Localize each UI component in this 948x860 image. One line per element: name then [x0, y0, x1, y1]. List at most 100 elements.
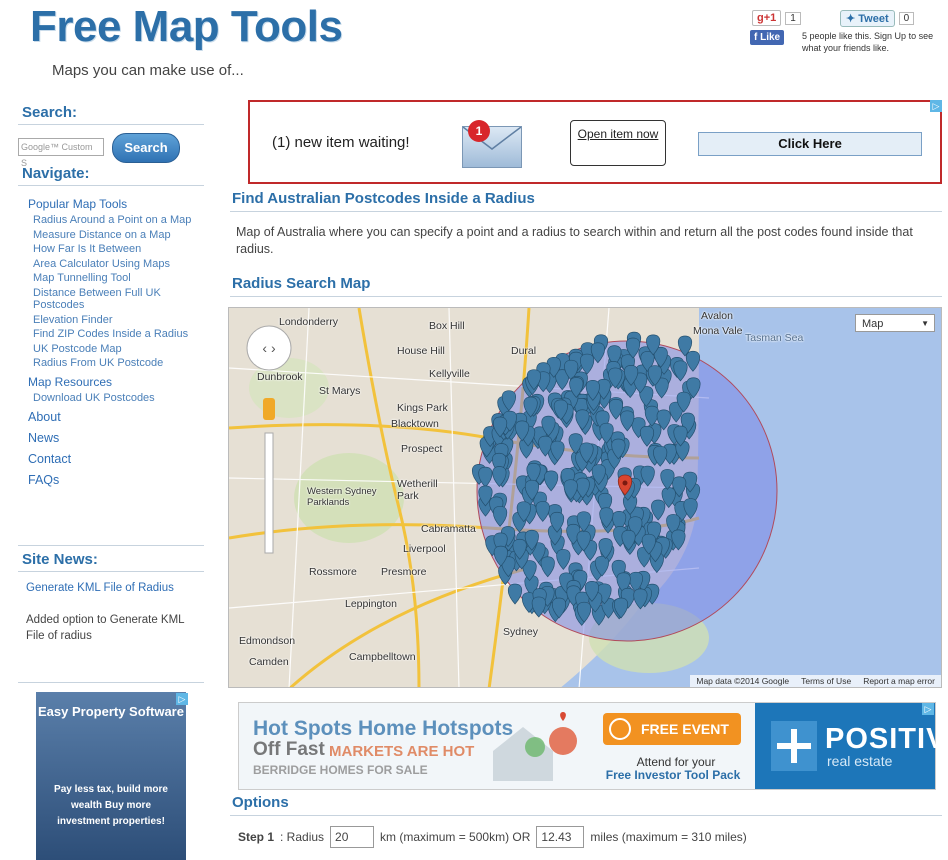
map-heading: Radius Search Map: [232, 275, 371, 292]
divider: [18, 545, 204, 546]
brand-subtitle: real estate: [827, 753, 893, 769]
map-label: Rossmore: [309, 566, 357, 578]
adchoices-icon[interactable]: ▷: [922, 703, 934, 715]
road: [448, 308, 460, 687]
map-label: Western Sydney Parklands: [307, 486, 377, 508]
map-type-select[interactable]: Map ▼: [855, 314, 935, 332]
nav-item-uk-postcode-distance[interactable]: Distance Between Full UK Postcodes: [28, 287, 204, 312]
twitter-bird-icon: ✦: [846, 13, 859, 25]
attend-text: Attend for your: [636, 755, 716, 769]
map-label: Londonderry: [279, 316, 338, 328]
divider: [18, 185, 204, 186]
gplus-widget[interactable]: g+1 1: [752, 10, 801, 26]
bottom-ad[interactable]: Hot Spots Home Hotspots Off Fast MARKETS…: [238, 702, 948, 790]
site-news-heading: Site News:: [22, 551, 98, 568]
nav-item-map-tunnelling[interactable]: Map Tunnelling Tool: [28, 272, 204, 285]
adchoices-icon[interactable]: ▷: [176, 693, 188, 705]
bottom-ad-hot: MARKETS ARE HOT: [329, 743, 475, 760]
facebook-like-button[interactable]: f Like: [750, 30, 785, 45]
map-label: Wetherill Park: [397, 478, 438, 502]
map-data-credit: Map data ©2014 Google: [696, 676, 790, 686]
bottom-ad-headline: Hot Spots Home Hotspots: [253, 717, 514, 740]
plus-logo-icon: [771, 721, 817, 771]
search-input[interactable]: Google™ Custom S: [18, 138, 104, 168]
map-type-label: Map: [862, 318, 884, 330]
report-map-error-link[interactable]: Report a map error: [863, 676, 935, 686]
nav-item-how-far[interactable]: How Far Is It Between: [28, 243, 204, 256]
site-title[interactable]: Free Map Tools: [30, 2, 343, 52]
bottom-ad-brand-line: BERRIDGE HOMES FOR SALE: [253, 763, 428, 777]
open-item-bubble[interactable]: Open item now: [570, 120, 666, 166]
map-label: Liverpool: [403, 543, 446, 555]
facebook-social-text: 5 people like this. Sign Up to see what …: [802, 31, 934, 53]
map-label: Dunbrook: [257, 371, 303, 383]
nav-item-elevation-finder[interactable]: Elevation Finder: [28, 314, 204, 327]
radius-search-map[interactable]: ‹ › Londonderry Avalon Box Hill House Hi…: [228, 307, 942, 688]
page-description: Map of Australia where you can specify a…: [236, 225, 913, 256]
divider: [230, 815, 942, 816]
nav-item-radius-uk-postcode[interactable]: Radius From UK Postcode: [28, 357, 204, 370]
nav-item-download-uk-postcodes[interactable]: Download UK Postcodes: [28, 392, 204, 405]
step1-row: Step 1 : Radius 20 km (maximum = 500km) …: [238, 826, 747, 848]
search-button[interactable]: Search: [112, 133, 180, 163]
chevron-down-icon: ▼: [921, 319, 929, 328]
nav-item-about[interactable]: About: [28, 410, 204, 424]
step-label: Step 1: [238, 830, 275, 844]
navigate-heading: Navigate:: [22, 165, 90, 182]
nav-resources-heading[interactable]: Map Resources: [28, 375, 204, 389]
map-label: Camden: [249, 656, 289, 668]
nav-item-zip-codes-radius[interactable]: Find ZIP Codes Inside a Radius: [28, 328, 204, 341]
nav-item-area-calculator[interactable]: Area Calculator Using Maps: [28, 258, 204, 271]
nav-item-uk-postcode-map[interactable]: UK Postcode Map: [28, 343, 204, 356]
radius-label: : Radius: [280, 830, 325, 844]
map-label: Dural: [511, 345, 537, 357]
divider: [18, 124, 204, 125]
map-label: Kings Park: [397, 402, 448, 414]
bottom-ad-subline: Off Fast: [253, 739, 325, 760]
nav-item-radius-around-point[interactable]: Radius Around a Point on a Map: [28, 214, 204, 227]
notification-badge: 1: [468, 120, 490, 142]
map-label: Tasman Sea: [745, 332, 804, 344]
map-label: Sydney: [503, 626, 539, 638]
radius-miles-input[interactable]: 12.43: [536, 826, 585, 848]
postcode-marker: [507, 583, 523, 605]
sidebar-ad-body: Pay less tax, build more wealth Buy more…: [54, 784, 168, 827]
site-tagline: Maps you can make use of...: [52, 62, 244, 79]
tweet-widget[interactable]: ✦ Tweet 0: [840, 10, 915, 27]
map-label: Edmondson: [239, 635, 296, 647]
sidebar-ad[interactable]: Easy Property Software Pay less tax, bui…: [36, 692, 186, 860]
divider: [230, 296, 942, 297]
map-label: Cabramatta: [421, 523, 476, 535]
click-here-button[interactable]: Click Here: [698, 132, 922, 156]
center-marker-dot: [622, 480, 628, 486]
brand-name: POSITIVE: [825, 723, 948, 755]
map-attribution: Map data ©2014 Google Terms of Use Repor…: [690, 675, 941, 687]
nav-item-measure-distance[interactable]: Measure Distance on a Map: [28, 229, 204, 242]
tweet-button[interactable]: ✦ Tweet: [840, 10, 895, 27]
nav-item-faqs[interactable]: FAQs: [28, 473, 204, 487]
like-label: Like: [760, 32, 781, 43]
attend-bold-text: Free Investor Tool Pack: [605, 768, 741, 782]
adchoices-icon[interactable]: ▷: [930, 100, 942, 112]
nav-item-news[interactable]: News: [28, 431, 204, 445]
map-label: House Hill: [397, 345, 445, 357]
news-link-kml[interactable]: Generate KML File of Radius: [26, 580, 196, 596]
map-label: Campbelltown: [349, 651, 416, 663]
banner-message: (1) new item waiting!: [272, 134, 410, 151]
map-label: Leppington: [345, 598, 397, 610]
news-text: Added option to Generate KML File of rad…: [26, 614, 185, 642]
map-label: St Marys: [319, 385, 361, 397]
page-heading: Find Australian Postcodes Inside a Radiu…: [232, 190, 535, 207]
options-heading: Options: [232, 794, 289, 811]
sidebar-ad-title: Easy Property Software: [38, 704, 184, 719]
pan-arrows-icon: ‹ ›: [262, 340, 276, 356]
radius-km-input[interactable]: 20: [330, 826, 375, 848]
sidebar-nav: Popular Map Tools Radius Around a Point …: [28, 196, 204, 494]
nav-item-contact[interactable]: Contact: [28, 452, 204, 466]
map-label: Kellyville: [429, 368, 470, 380]
banner-ad[interactable]: (1) new item waiting! 1 Open item now Cl…: [248, 100, 942, 184]
positive-real-estate-logo: POSITIVE real estate: [755, 703, 948, 789]
terms-of-use-link[interactable]: Terms of Use: [801, 676, 851, 686]
nav-popular-heading[interactable]: Popular Map Tools: [28, 197, 204, 211]
gplus-button[interactable]: g+1: [752, 10, 782, 26]
